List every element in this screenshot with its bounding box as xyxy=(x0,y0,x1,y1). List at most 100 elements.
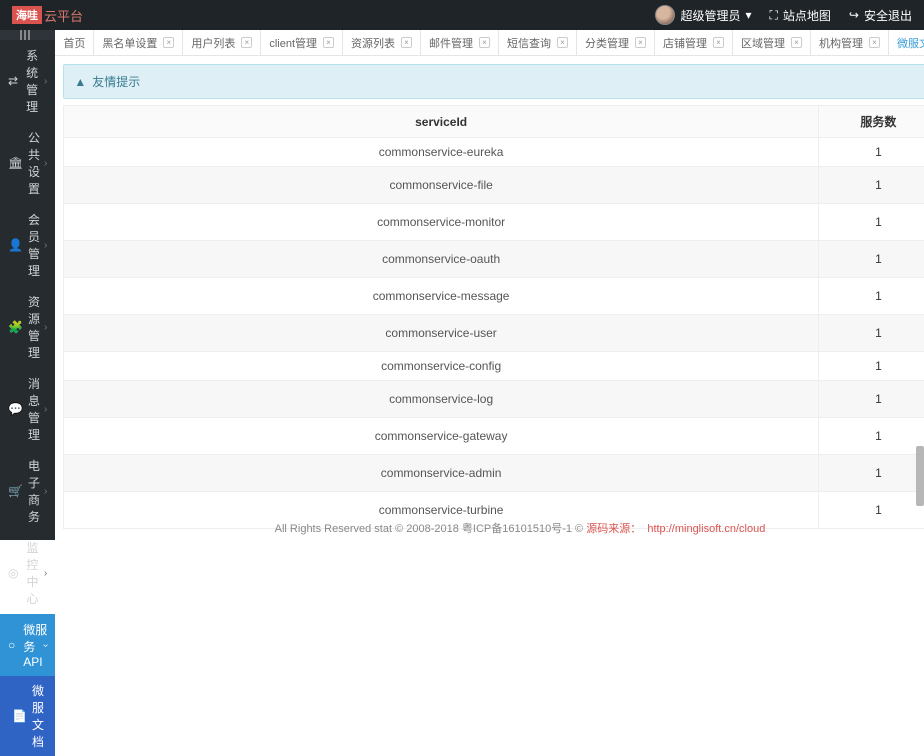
close-icon[interactable]: × xyxy=(791,37,802,48)
table-row: commonservice-oauth1查看服务swagger xyxy=(64,241,924,278)
tab-label: 分类管理 xyxy=(585,35,629,51)
sidebar-item-3[interactable]: 🧩资源管理› xyxy=(0,286,55,368)
table-row: commonservice-eureka1 xyxy=(64,138,924,167)
tab-label: 机构管理 xyxy=(819,35,863,51)
th-serviceid: serviceId xyxy=(64,106,819,138)
sidebar: ⇄系统管理›🏛公共设置›👤会员管理›🧩资源管理›💬消息管理›🛒电子商务›◎监控中… xyxy=(0,30,55,540)
sidebar-toggle[interactable] xyxy=(0,30,55,40)
tab-0[interactable]: 首页 xyxy=(55,30,94,55)
close-icon[interactable]: × xyxy=(401,37,412,48)
tab-6[interactable]: 短信查询× xyxy=(499,30,577,55)
sidebar-sub-item[interactable]: 📄 微服文档 xyxy=(0,676,55,756)
cell-serviceid: commonservice-config xyxy=(64,352,819,381)
table-row: commonservice-file1查看服务swagger xyxy=(64,167,924,204)
brand-text: 云平台 xyxy=(44,6,83,25)
tab-label: 店铺管理 xyxy=(663,35,707,51)
cell-count: 1 xyxy=(818,315,924,352)
nav-icon: 🛒 xyxy=(8,484,20,498)
cell-serviceid: commonservice-file xyxy=(64,167,819,204)
sidebar-item-6[interactable]: ◎监控中心› xyxy=(0,532,55,614)
close-icon[interactable]: × xyxy=(323,37,334,48)
cell-count: 1 xyxy=(818,381,924,418)
chevron-right-icon: › xyxy=(44,322,47,333)
copyright: All Rights Reserved stat © 2008-2018 粤IC… xyxy=(275,523,587,535)
tab-label: 资源列表 xyxy=(351,35,395,51)
nav-icon: ⇄ xyxy=(8,74,18,88)
close-icon[interactable]: × xyxy=(713,37,724,48)
nav-icon: ○ xyxy=(8,638,15,652)
logout-link[interactable]: ↪ 安全退出 xyxy=(849,7,912,24)
table-row: commonservice-gateway1查看服务swagger xyxy=(64,418,924,455)
alert-text: 友情提示 xyxy=(92,73,140,90)
table-row: commonservice-monitor1查看服务swagger xyxy=(64,204,924,241)
sidebar-item-0[interactable]: ⇄系统管理› xyxy=(0,40,55,122)
close-icon[interactable]: × xyxy=(557,37,568,48)
tabs: 首页黑名单设置×用户列表×client管理×资源列表×邮件管理×短信查询×分类管… xyxy=(55,30,924,56)
source-label: 源码来源： xyxy=(586,523,641,535)
cell-count: 1 xyxy=(818,418,924,455)
close-icon[interactable]: × xyxy=(869,37,880,48)
table-row: commonservice-admin1查看服务swagger xyxy=(64,455,924,492)
chevron-right-icon: › xyxy=(40,643,51,646)
cell-count: 1 xyxy=(818,455,924,492)
cell-serviceid: commonservice-eureka xyxy=(64,138,819,167)
tab-4[interactable]: 资源列表 × xyxy=(343,30,421,55)
chevron-right-icon: › xyxy=(44,404,47,415)
doc-icon: 📄 xyxy=(12,709,24,723)
close-icon[interactable]: × xyxy=(635,37,646,48)
tab-label: 微服文档 xyxy=(897,35,924,51)
tab-8[interactable]: 店铺管理 × xyxy=(655,30,733,55)
sub-label: 微服文档 xyxy=(32,682,47,750)
cell-count: 1 xyxy=(818,352,924,381)
sidebar-item-5[interactable]: 🛒电子商务› xyxy=(0,450,55,532)
nav-icon: 👤 xyxy=(8,238,20,252)
tab-7[interactable]: 分类管理 × xyxy=(577,30,655,55)
tab-10[interactable]: 机构管理 × xyxy=(811,30,889,55)
scrollbar[interactable] xyxy=(916,446,924,506)
sidebar-item-1[interactable]: 🏛公共设置› xyxy=(0,122,55,204)
alert-tip: ▲ 友情提示 ⌄ xyxy=(63,64,924,99)
close-icon[interactable]: × xyxy=(479,37,490,48)
table-row: commonservice-user1查看服务swagger xyxy=(64,315,924,352)
cell-count: 1 xyxy=(818,278,924,315)
source-link[interactable]: http://minglisoft.cn/cloud xyxy=(647,523,765,535)
logout-label: 安全退出 xyxy=(864,7,912,24)
brand: 海哇 云平台 xyxy=(12,6,83,25)
cell-serviceid: commonservice-monitor xyxy=(64,204,819,241)
cell-serviceid: commonservice-log xyxy=(64,381,819,418)
caret-down-icon: ▾ xyxy=(745,8,751,22)
tab-label: 黑名单设置 xyxy=(102,35,157,51)
main: 首页黑名单设置×用户列表×client管理×资源列表×邮件管理×短信查询×分类管… xyxy=(55,30,924,540)
tab-label: client管理 xyxy=(269,35,317,51)
table-row: commonservice-config1 xyxy=(64,352,924,381)
cell-serviceid: commonservice-gateway xyxy=(64,418,819,455)
avatar xyxy=(655,5,675,25)
close-icon[interactable]: × xyxy=(163,37,174,48)
sidebar-item-4[interactable]: 💬消息管理› xyxy=(0,368,55,450)
tab-11[interactable]: 微服文档× xyxy=(889,30,924,55)
tab-9[interactable]: 区域管理 × xyxy=(733,30,811,55)
tab-5[interactable]: 邮件管理× xyxy=(421,30,499,55)
brand-mark: 海哇 xyxy=(12,6,42,24)
warning-icon: ▲ xyxy=(74,75,86,89)
tab-1[interactable]: 黑名单设置 × xyxy=(94,30,183,55)
sidebar-item-2[interactable]: 👤会员管理› xyxy=(0,204,55,286)
service-table: serviceId 服务数 操作 commonservice-eureka1co… xyxy=(63,105,924,529)
tab-3[interactable]: client管理 × xyxy=(261,30,343,55)
cell-count: 1 xyxy=(818,241,924,278)
cell-count: 1 xyxy=(818,204,924,241)
footer: All Rights Reserved stat © 2008-2018 粤IC… xyxy=(116,520,924,536)
cell-serviceid: commonservice-admin xyxy=(64,455,819,492)
cell-count: 1 xyxy=(818,167,924,204)
cell-count: 1 xyxy=(818,138,924,167)
user-dropdown[interactable]: 超级管理员 ▾ xyxy=(655,5,751,25)
sitemap-link[interactable]: ⛶ 站点地图 xyxy=(770,7,831,24)
tab-label: 用户列表 xyxy=(191,35,235,51)
cell-serviceid: commonservice-user xyxy=(64,315,819,352)
sidebar-item-7[interactable]: ○微服务API› xyxy=(0,614,55,676)
tab-2[interactable]: 用户列表 × xyxy=(183,30,261,55)
tab-label: 区域管理 xyxy=(741,35,785,51)
close-icon[interactable]: × xyxy=(241,37,252,48)
nav-icon: 🧩 xyxy=(8,320,20,334)
sitemap-label: 站点地图 xyxy=(783,7,831,24)
